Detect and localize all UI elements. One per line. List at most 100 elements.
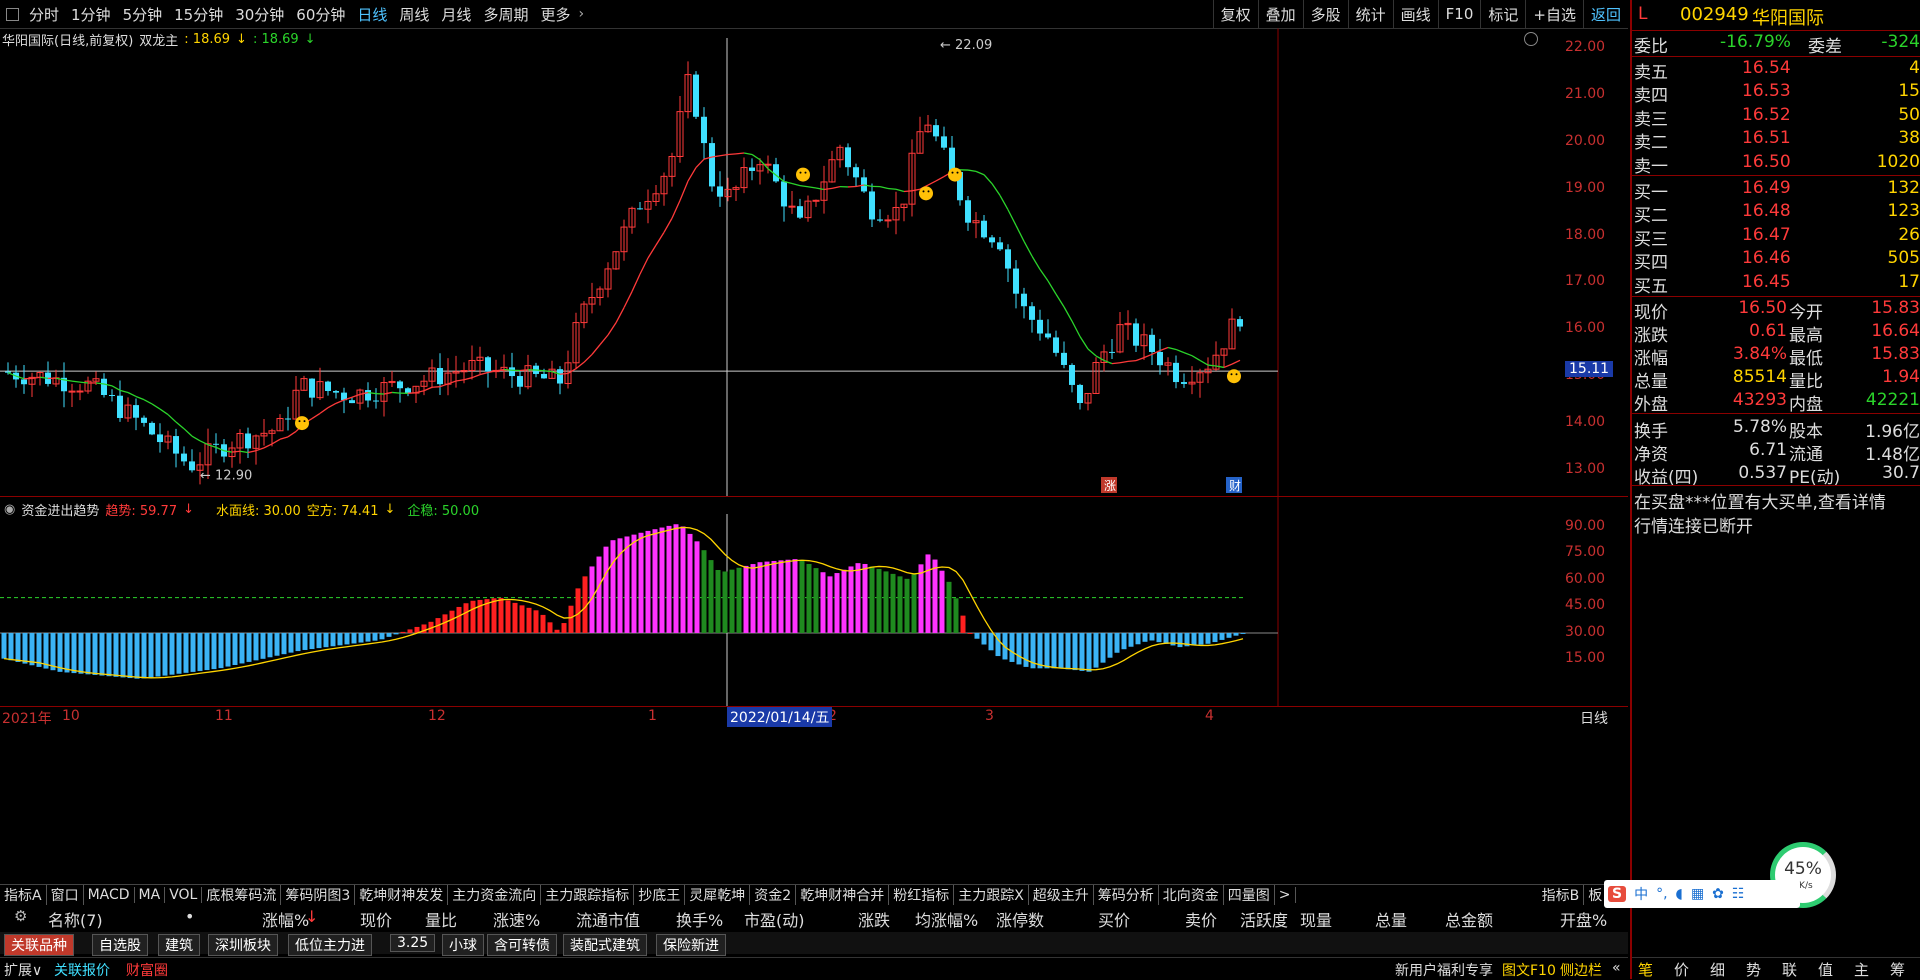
period-4[interactable]: 30分钟 bbox=[229, 4, 290, 25]
quote-tab[interactable]: 细 bbox=[1710, 959, 1725, 980]
toolbar-button-6[interactable]: 标记 bbox=[1480, 0, 1525, 28]
category-tab[interactable]: 装配式建筑 bbox=[563, 934, 647, 956]
indicator-tab[interactable]: MA bbox=[135, 887, 166, 903]
toolbar-button-2[interactable]: 多股 bbox=[1303, 0, 1348, 28]
column-header[interactable]: 开盘% bbox=[1560, 907, 1607, 931]
quote-tab[interactable]: 价 bbox=[1674, 959, 1689, 980]
period-3[interactable]: 15分钟 bbox=[168, 4, 229, 25]
indicator-tab[interactable]: 乾坤财神发发 bbox=[355, 885, 448, 905]
quote-tab[interactable]: 主 bbox=[1854, 959, 1869, 980]
period-10[interactable]: 更多 bbox=[534, 4, 576, 25]
indicator-tab[interactable]: 主力跟踪X bbox=[954, 885, 1029, 905]
period-6[interactable]: 日线 bbox=[351, 4, 393, 25]
mic-icon[interactable]: ◖ bbox=[1676, 886, 1683, 902]
column-header[interactable]: 总量 bbox=[1375, 907, 1407, 931]
ime-toolbar[interactable]: S 中 °, ◖ ▦ ✿ ☷ bbox=[1604, 880, 1800, 908]
period-7[interactable]: 周线 bbox=[393, 4, 435, 25]
quote-tab[interactable]: 筹 bbox=[1890, 959, 1905, 980]
column-header[interactable]: 量比 bbox=[425, 907, 457, 931]
category-tab[interactable]: 关联品种 bbox=[4, 934, 74, 956]
indicator-tab[interactable]: 窗口 bbox=[47, 885, 84, 905]
chinese-mode-icon[interactable]: 中 bbox=[1634, 884, 1648, 904]
quote-tab[interactable]: 联 bbox=[1782, 959, 1797, 980]
column-header[interactable]: 涨停数 bbox=[996, 907, 1044, 931]
column-header[interactable]: • bbox=[185, 907, 194, 926]
toolbar-button-7[interactable]: +自选 bbox=[1525, 0, 1583, 28]
toolbar-button-5[interactable]: F10 bbox=[1438, 0, 1481, 28]
period-8[interactable]: 月线 bbox=[435, 4, 477, 25]
column-header[interactable]: 名称(7) bbox=[48, 907, 103, 931]
status-right-item[interactable]: 侧边栏 bbox=[1560, 960, 1602, 980]
keyboard-icon[interactable]: ▦ bbox=[1691, 886, 1704, 902]
column-header[interactable]: 市盈(动) bbox=[744, 907, 805, 931]
indicator-tab[interactable]: VOL bbox=[165, 887, 202, 903]
period-9[interactable]: 多周期 bbox=[477, 4, 534, 25]
indicator-tab[interactable]: 抄底王 bbox=[634, 885, 685, 905]
fund-flow-chart[interactable] bbox=[0, 496, 1628, 706]
indicator-tab[interactable]: MACD bbox=[84, 887, 135, 903]
indicator-tab[interactable]: 乾坤财神合并 bbox=[796, 885, 889, 905]
event-zhang[interactable]: 涨 bbox=[1104, 478, 1116, 493]
category-tab[interactable]: 保险新进 bbox=[656, 934, 726, 956]
period-1[interactable]: 1分钟 bbox=[65, 4, 117, 25]
status-right-item[interactable]: 新用户福利专享 bbox=[1395, 960, 1493, 980]
status-left-item[interactable]: 关联报价 bbox=[54, 960, 110, 980]
status-left-item[interactable]: 财富圈 bbox=[126, 960, 168, 980]
quote-tab[interactable]: 笔 bbox=[1638, 959, 1653, 980]
toolbar-button-0[interactable]: 复权 bbox=[1213, 0, 1258, 28]
indicator-tab[interactable]: 底根筹码流 bbox=[202, 885, 281, 905]
indicator-tab[interactable]: 主力资金流向 bbox=[448, 885, 541, 905]
quote-tab[interactable]: 值 bbox=[1818, 959, 1833, 980]
settings-gear-icon[interactable]: ⚙ bbox=[14, 907, 27, 925]
toolbar-button-1[interactable]: 叠加 bbox=[1258, 0, 1303, 28]
column-header[interactable]: 买价 bbox=[1098, 907, 1130, 931]
event-cai[interactable]: 财 bbox=[1229, 479, 1241, 493]
indicator-tab[interactable]: 四量图 bbox=[1224, 885, 1275, 905]
column-header[interactable]: 现价 bbox=[360, 907, 392, 931]
indicator-tab[interactable]: 资金2 bbox=[750, 885, 796, 905]
quote-tab[interactable]: 势 bbox=[1746, 959, 1761, 980]
column-header[interactable]: 均涨幅% bbox=[915, 907, 978, 931]
column-header[interactable]: 现量 bbox=[1300, 907, 1332, 931]
indicator-tab[interactable]: 超级主升 bbox=[1029, 885, 1094, 905]
category-tab[interactable]: 小球 bbox=[442, 934, 484, 956]
period-2[interactable]: 5分钟 bbox=[117, 4, 169, 25]
order-notice[interactable]: 在买盘***位置有大买单,查看详情 bbox=[1634, 488, 1886, 513]
column-header[interactable]: 涨跌 bbox=[858, 907, 890, 931]
chevron-right-icon[interactable]: › bbox=[578, 6, 584, 22]
column-header[interactable]: 活跃度 bbox=[1240, 907, 1288, 931]
indicator-tab[interactable]: 北向资金 bbox=[1159, 885, 1224, 905]
category-tab[interactable]: 自选股 bbox=[92, 934, 148, 956]
indicator-tab[interactable]: 灵犀乾坤 bbox=[685, 885, 750, 905]
category-tab[interactable]: 建筑 bbox=[158, 934, 200, 956]
menu-icon[interactable]: ☷ bbox=[1732, 886, 1745, 902]
column-header[interactable]: 流通市值 bbox=[576, 907, 640, 931]
status-left-item[interactable]: 扩展∨ bbox=[4, 960, 42, 980]
category-tab[interactable]: 3.25 bbox=[390, 934, 435, 952]
status-right-item[interactable]: « bbox=[1612, 960, 1621, 976]
indicator-tab[interactable]: 筹码阴图3 bbox=[281, 885, 355, 905]
period-0[interactable]: 分时 bbox=[23, 4, 65, 25]
punct-icon[interactable]: °, bbox=[1656, 886, 1667, 902]
column-header[interactable]: 涨幅% bbox=[262, 907, 309, 931]
indicator-tab[interactable]: 筹码分析 bbox=[1094, 885, 1159, 905]
toolbar-button-4[interactable]: 画线 bbox=[1393, 0, 1438, 28]
checkbox-icon[interactable] bbox=[6, 8, 19, 21]
category-tab[interactable]: 含可转债 bbox=[487, 934, 557, 956]
column-header[interactable]: 涨速% bbox=[493, 907, 540, 931]
category-tab[interactable]: 低位主力进 bbox=[288, 934, 372, 956]
indicator-tab-right[interactable]: 指标B bbox=[1538, 885, 1585, 905]
period-5[interactable]: 60分钟 bbox=[290, 4, 351, 25]
column-header[interactable]: 卖价 bbox=[1185, 907, 1217, 931]
candlestick-chart[interactable]: ← 22.09← 12.90涨财 bbox=[0, 28, 1628, 496]
column-header[interactable]: 换手% bbox=[676, 907, 723, 931]
column-header[interactable]: 总金额 bbox=[1445, 907, 1493, 931]
category-tab[interactable]: 深圳板块 bbox=[208, 934, 278, 956]
toolbar-button-3[interactable]: 统计 bbox=[1348, 0, 1393, 28]
indicator-tab[interactable]: 主力跟踪指标 bbox=[541, 885, 634, 905]
status-right-item[interactable]: 图文F10 bbox=[1502, 960, 1556, 980]
indicator-tab[interactable]: 指标A bbox=[0, 885, 47, 905]
sogou-icon[interactable]: S bbox=[1608, 886, 1626, 902]
indicator-tab[interactable]: 粉红指标 bbox=[889, 885, 954, 905]
toolbar-button-8[interactable]: 返回 bbox=[1583, 0, 1628, 28]
